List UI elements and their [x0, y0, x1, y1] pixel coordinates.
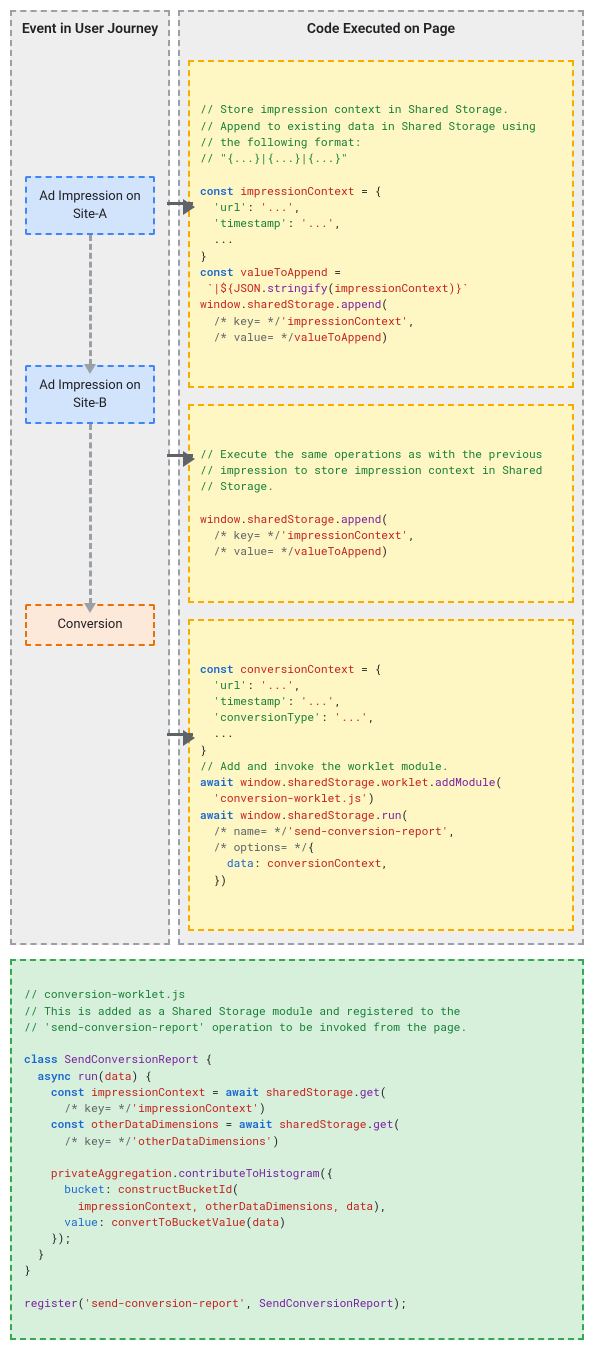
- code-panel-title: Code Executed on Page: [188, 20, 574, 40]
- event-ad-impression-a: Ad Impression on Site-A: [25, 176, 155, 235]
- user-journey-title: Event in User Journey: [22, 20, 158, 54]
- code-impression-b: // Execute the same operations as with t…: [188, 404, 574, 603]
- arrow-down-icon: [89, 235, 92, 365]
- user-journey-panel: Event in User Journey Ad Impression on S…: [10, 10, 170, 945]
- arrow-down-icon: [89, 424, 92, 604]
- arrow-right-icon: [167, 202, 193, 205]
- code-worklet-module: // conversion-worklet.js // This is adde…: [10, 959, 584, 1340]
- arrow-right-icon: [167, 733, 193, 736]
- code-impression-a: // Store impression context in Shared St…: [188, 60, 574, 388]
- arrow-right-icon: [167, 454, 193, 457]
- code-conversion: const conversionContext = { 'url': '...'…: [188, 619, 574, 931]
- code-executed-panel: Code Executed on Page // Store impressio…: [178, 10, 584, 945]
